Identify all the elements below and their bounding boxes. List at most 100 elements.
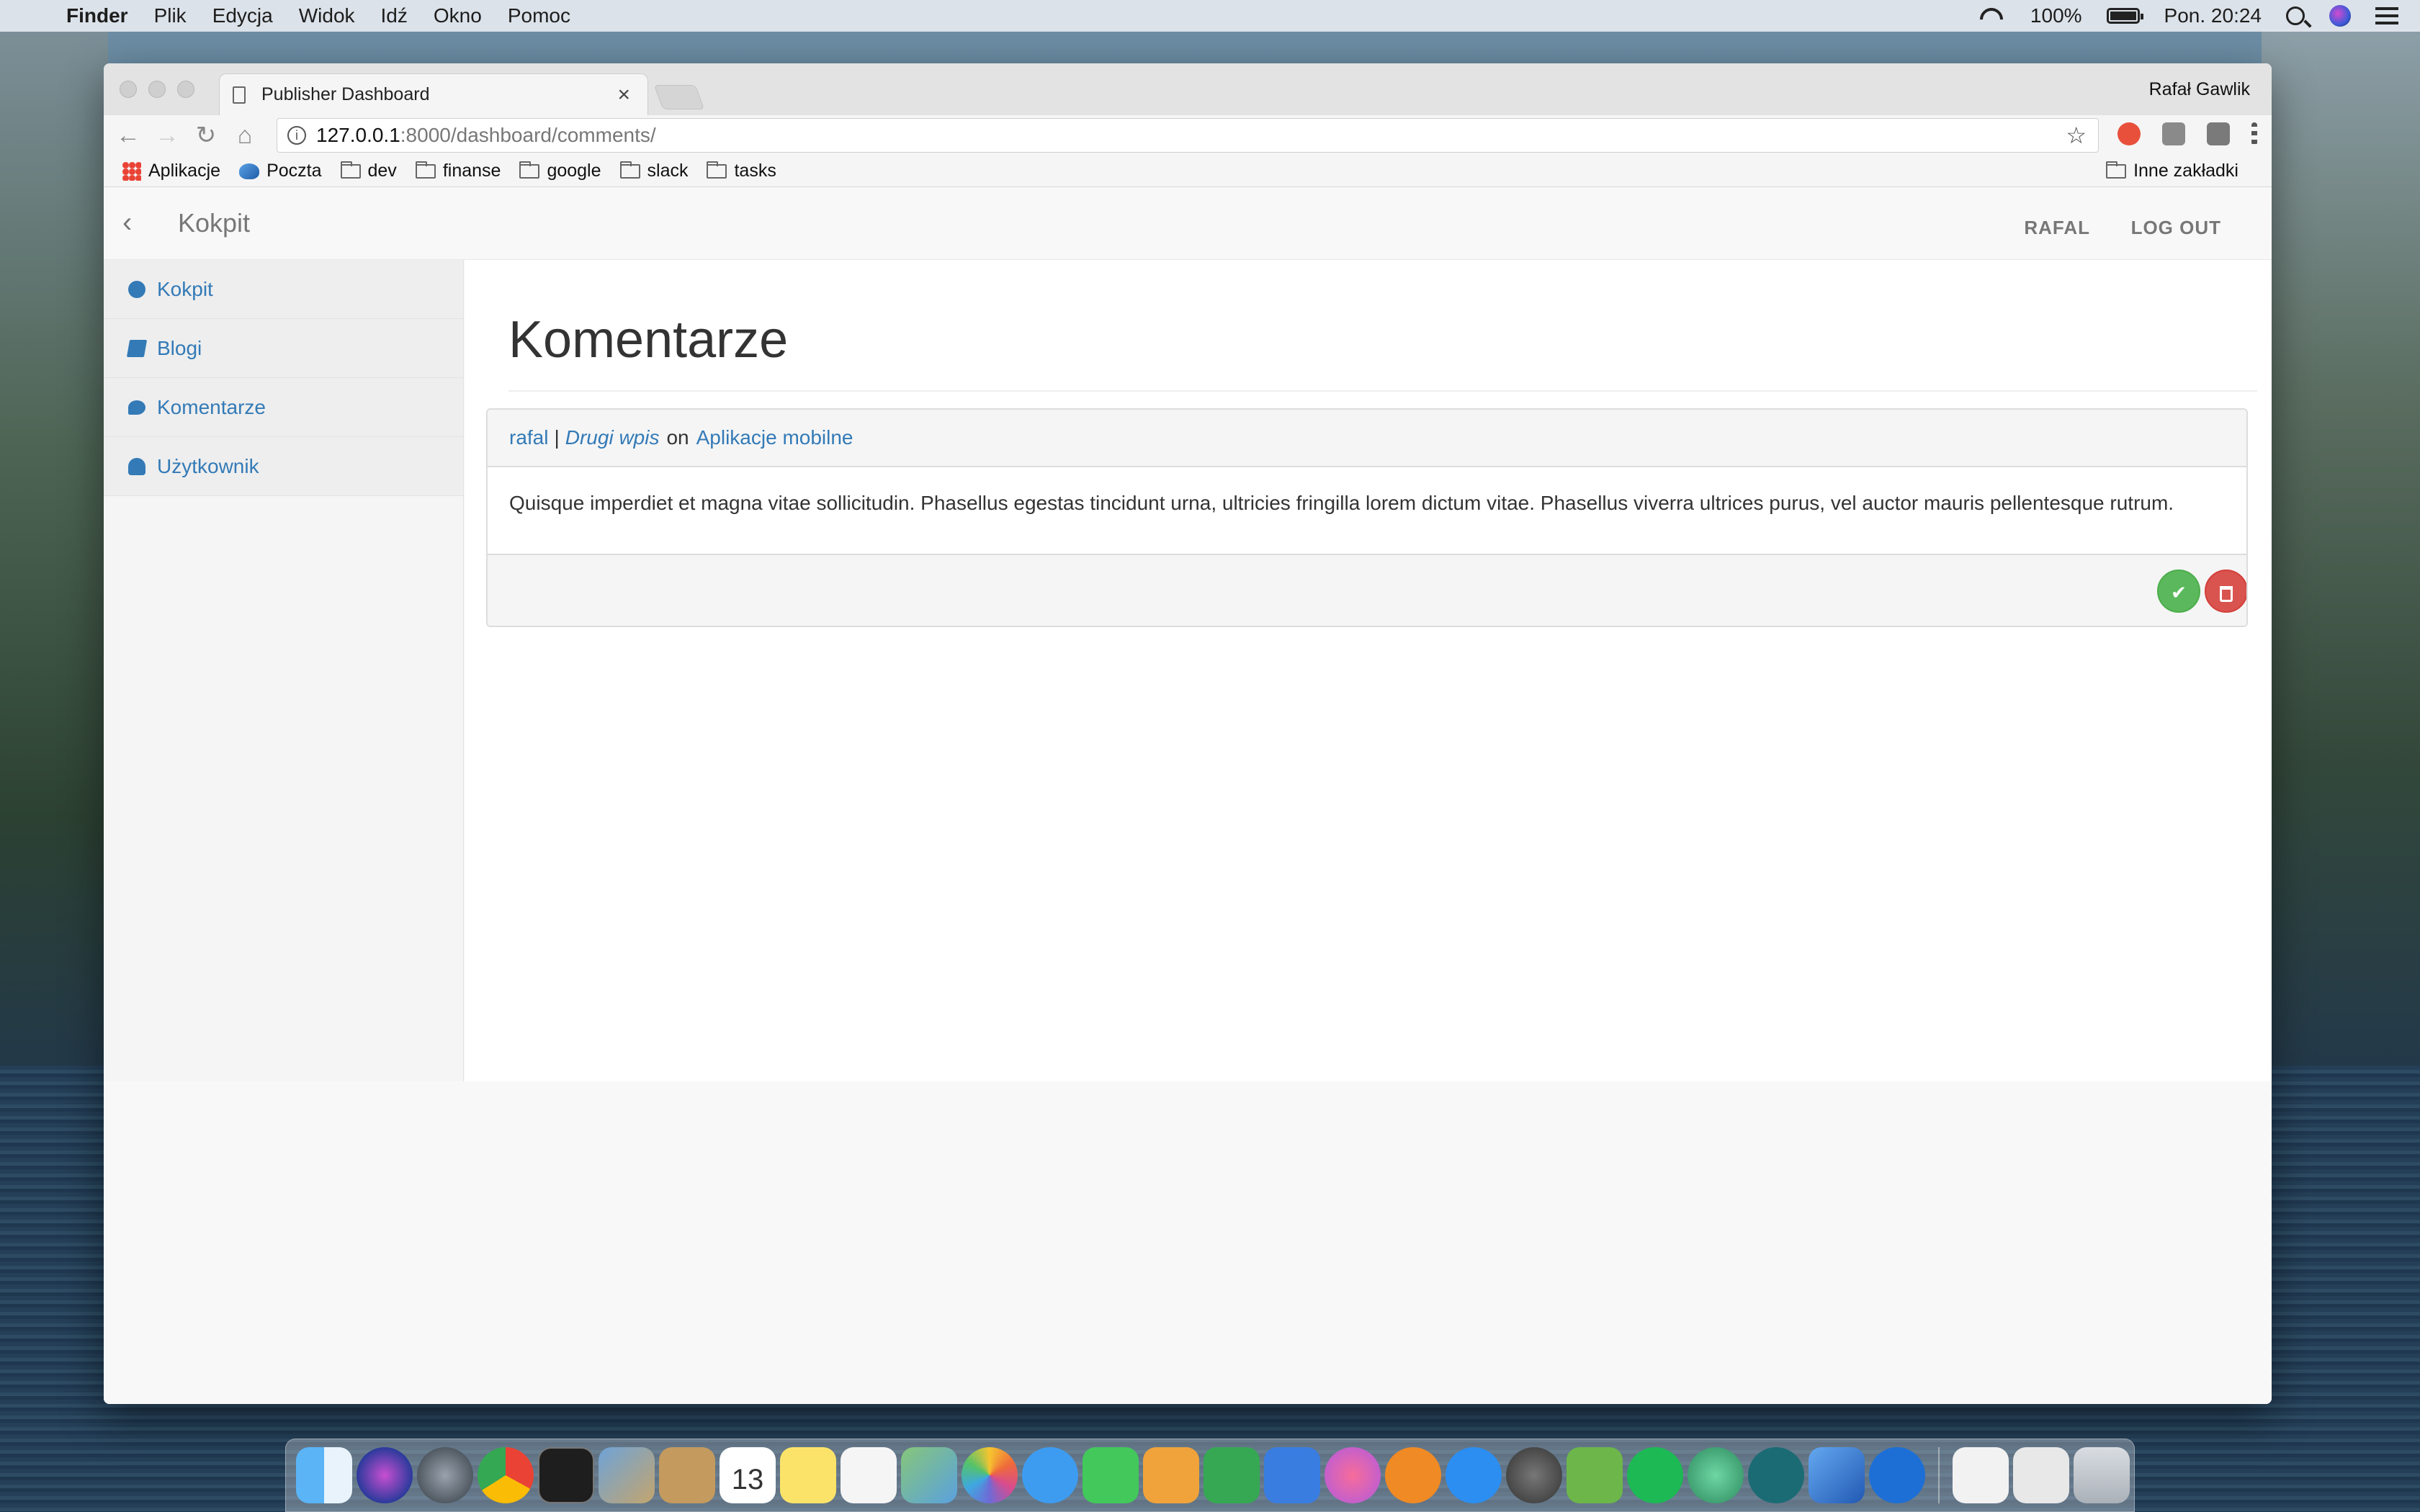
navbar-brand[interactable]: Kokpit [178, 208, 250, 238]
bookmark-folder-tasks[interactable]: tasks [707, 161, 776, 181]
calendar-icon[interactable]: 13 [720, 1447, 776, 1503]
siri-icon[interactable] [357, 1447, 413, 1503]
bookmark-folder-label: dev [367, 161, 397, 181]
document-icon[interactable] [1953, 1447, 2009, 1503]
launchpad-icon[interactable] [417, 1447, 473, 1503]
battery-icon[interactable] [2106, 8, 2143, 24]
apps-grid-icon [122, 161, 141, 181]
android-studio-icon[interactable] [1567, 1447, 1623, 1503]
mail-icon [239, 163, 260, 179]
notes-icon[interactable] [659, 1447, 715, 1503]
bookmark-other[interactable]: Inne zakładki [2106, 161, 2238, 181]
sidebar-item-label: Komentarze [157, 395, 266, 418]
books-icon[interactable] [1385, 1447, 1441, 1503]
minimize-window-button[interactable] [148, 81, 166, 98]
chevron-left-icon[interactable]: ‹ [122, 207, 132, 239]
bookmark-star-icon[interactable]: ☆ [2066, 122, 2087, 149]
browser-tab[interactable]: Publisher Dashboard × [219, 73, 648, 115]
sidebar-item-blogs[interactable]: Blogi [104, 319, 463, 378]
calendar-doc-icon[interactable] [2013, 1447, 2069, 1503]
new-tab-button[interactable] [653, 85, 705, 109]
bookmark-apps-label: Aplikacje [148, 161, 221, 181]
appstore-icon[interactable] [1446, 1447, 1502, 1503]
url-path: :8000/dashboard/comments/ [400, 124, 656, 146]
finder-icon[interactable] [296, 1447, 352, 1503]
notification-center-icon[interactable] [2375, 7, 2398, 24]
zoom-window-button[interactable] [177, 81, 194, 98]
back-arrow-icon[interactable]: ← [114, 121, 143, 150]
bookmark-folder-slack[interactable]: slack [619, 161, 689, 181]
reminders-icon[interactable] [841, 1447, 897, 1503]
address-bar[interactable]: i 127.0.0.1 :8000/dashboard/comments/ ☆ [277, 118, 2099, 153]
comment-on-text: on [666, 426, 689, 449]
terminal-icon[interactable] [538, 1447, 594, 1503]
keeper-extension-icon[interactable] [2207, 122, 2230, 145]
comment-separator: | [554, 426, 560, 449]
sidebar-item-comments[interactable]: Komentarze [104, 378, 463, 437]
mail-extension-icon[interactable] [2162, 122, 2185, 145]
sidebar-item-user[interactable]: Użytkownik [104, 437, 463, 496]
sourcetree-icon[interactable] [1869, 1447, 1925, 1503]
close-window-button[interactable] [120, 81, 137, 98]
stickies-icon[interactable] [780, 1447, 836, 1503]
bookmark-folder-finanse[interactable]: finanse [415, 161, 501, 181]
opera-extension-icon[interactable] [2118, 122, 2141, 145]
user-icon [128, 457, 145, 475]
menu-window[interactable]: Okno [434, 4, 482, 27]
reload-icon[interactable]: ↻ [192, 121, 220, 150]
bookmark-folder-google[interactable]: google [519, 161, 601, 181]
nav-user-link[interactable]: RAFAL [2024, 217, 2090, 239]
approve-button[interactable]: ✔ [2157, 570, 2200, 613]
menu-help[interactable]: Pomoc [508, 4, 570, 27]
system-preferences-icon[interactable] [1506, 1447, 1562, 1503]
menu-bar: Finder Plik Edycja Widok Idź Okno Pomoc … [0, 0, 2420, 32]
sidebar-item-label: Kokpit [157, 277, 213, 300]
home-icon[interactable]: ⌂ [230, 121, 259, 150]
preview-icon[interactable] [599, 1447, 655, 1503]
facetime-icon[interactable] [1083, 1447, 1139, 1503]
chrome-icon[interactable] [478, 1447, 534, 1503]
gitkraken-icon[interactable] [1748, 1447, 1804, 1503]
bookmark-folder-label: slack [647, 161, 689, 181]
xcode-icon[interactable] [1809, 1447, 1865, 1503]
chrome-menu-icon[interactable] [2251, 122, 2257, 145]
profile-name[interactable]: Rafał Gawlik [2149, 79, 2250, 100]
battery-percent: 100% [2030, 4, 2082, 27]
maps-icon[interactable] [901, 1447, 957, 1503]
spotlight-search-icon[interactable] [2286, 6, 2305, 25]
wifi-icon[interactable] [1977, 6, 2006, 25]
siri-icon[interactable] [2329, 5, 2351, 27]
menu-go[interactable]: Idź [381, 4, 408, 27]
spotify-icon[interactable] [1627, 1447, 1683, 1503]
forward-arrow-icon[interactable]: → [153, 121, 182, 150]
messages-icon[interactable] [1022, 1447, 1078, 1503]
atom-icon[interactable] [1688, 1447, 1744, 1503]
menubar-clock[interactable]: Pon. 20:24 [2164, 4, 2262, 27]
sidebar-item-dashboard[interactable]: Kokpit [104, 260, 463, 319]
menu-view[interactable]: Widok [299, 4, 355, 27]
itunes-icon[interactable] [1325, 1447, 1381, 1503]
bookmark-apps[interactable]: Aplikacje [122, 161, 220, 181]
menu-edit[interactable]: Edycja [212, 4, 273, 27]
bookmark-mail[interactable]: Poczta [239, 161, 322, 181]
top-navbar: ‹ Kokpit RAFAL LOG OUT [104, 188, 2272, 260]
tab-close-icon[interactable]: × [617, 83, 630, 107]
keynote-icon[interactable] [1264, 1447, 1320, 1503]
comment-blog-link[interactable]: Aplikacje mobilne [696, 426, 853, 449]
photos-icon[interactable] [962, 1447, 1018, 1503]
calendar-day: 13 [731, 1464, 764, 1495]
comment-author-link[interactable]: rafal [509, 426, 548, 449]
bookmark-folder-dev[interactable]: dev [340, 161, 397, 181]
trash-icon[interactable] [2074, 1447, 2130, 1503]
numbers-icon[interactable] [1204, 1447, 1260, 1503]
delete-button[interactable] [2205, 570, 2246, 613]
menu-file[interactable]: Plik [154, 4, 187, 27]
desktop-wallpaper-right [2262, 29, 2420, 1080]
menu-app-name[interactable]: Finder [66, 4, 128, 27]
comment-post-link[interactable]: Drugi wpis [565, 426, 660, 449]
dock-separator [1938, 1447, 1940, 1503]
nav-logout-link[interactable]: LOG OUT [2131, 217, 2221, 239]
pages-icon[interactable] [1143, 1447, 1199, 1503]
info-icon[interactable]: i [287, 126, 306, 145]
bookmark-folder-label: google [547, 161, 601, 181]
